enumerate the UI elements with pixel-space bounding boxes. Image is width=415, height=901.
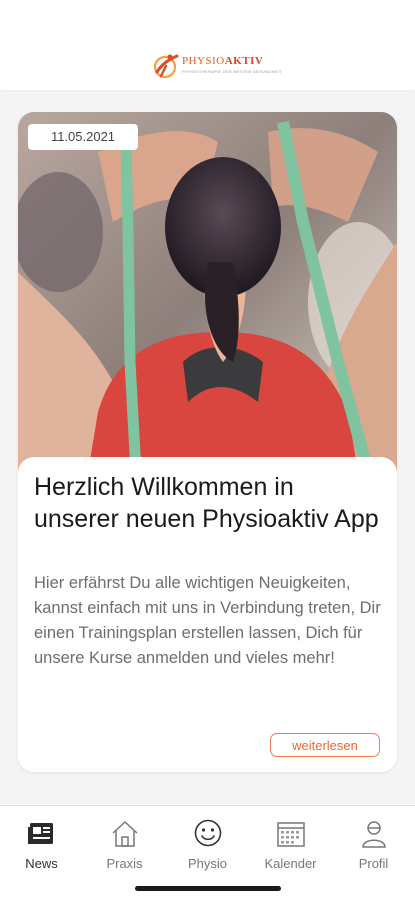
logo-figure-icon	[153, 54, 179, 79]
app-header: PHYSIOAKTIV PHYSIOTHERAPIE DER BESTEN GE…	[0, 0, 415, 90]
tab-physio[interactable]: Physio	[166, 806, 249, 886]
logo-wordmark: PHYSIOAKTIV	[182, 55, 264, 67]
tab-kalender-label: Kalender	[264, 856, 317, 871]
smiley-icon	[194, 819, 222, 847]
news-feed[interactable]: 11.05.2021 Herzlich Willkommen in unsere…	[0, 92, 415, 804]
news-title: Herzlich Willkommen in unserer neuen Phy…	[34, 473, 379, 533]
tab-praxis-label: Praxis	[106, 856, 143, 871]
tab-profil-label: Profil	[358, 856, 389, 871]
date-badge: 11.05.2021	[28, 124, 138, 150]
read-more-button[interactable]: weiterlesen	[270, 733, 380, 757]
news-photo	[18, 112, 397, 472]
calendar-icon	[277, 822, 305, 847]
home-indicator[interactable]	[135, 886, 281, 891]
physioaktiv-logo: PHYSIOAKTIV PHYSIOTHERAPIE DER BESTEN GE…	[152, 52, 282, 80]
news-excerpt: Hier erfährst Du alle wichtigen Neuigkei…	[34, 574, 381, 667]
tab-praxis[interactable]: Praxis	[83, 806, 166, 886]
tab-kalender[interactable]: Kalender	[249, 806, 332, 886]
person-icon	[362, 821, 386, 848]
news-icon	[28, 823, 53, 844]
news-card-body: Herzlich Willkommen in unserer neuen Phy…	[18, 457, 397, 772]
house-icon	[112, 820, 138, 847]
tab-physio-label: Physio	[187, 856, 228, 871]
tab-news[interactable]: News	[0, 806, 83, 886]
logo-tagline: PHYSIOTHERAPIE DER BESTEN GESUNDHEIT	[182, 69, 282, 74]
tab-news-label: News	[25, 856, 58, 871]
tab-profil[interactable]: Profil	[332, 806, 415, 886]
news-card[interactable]: 11.05.2021 Herzlich Willkommen in unsere…	[18, 112, 397, 772]
